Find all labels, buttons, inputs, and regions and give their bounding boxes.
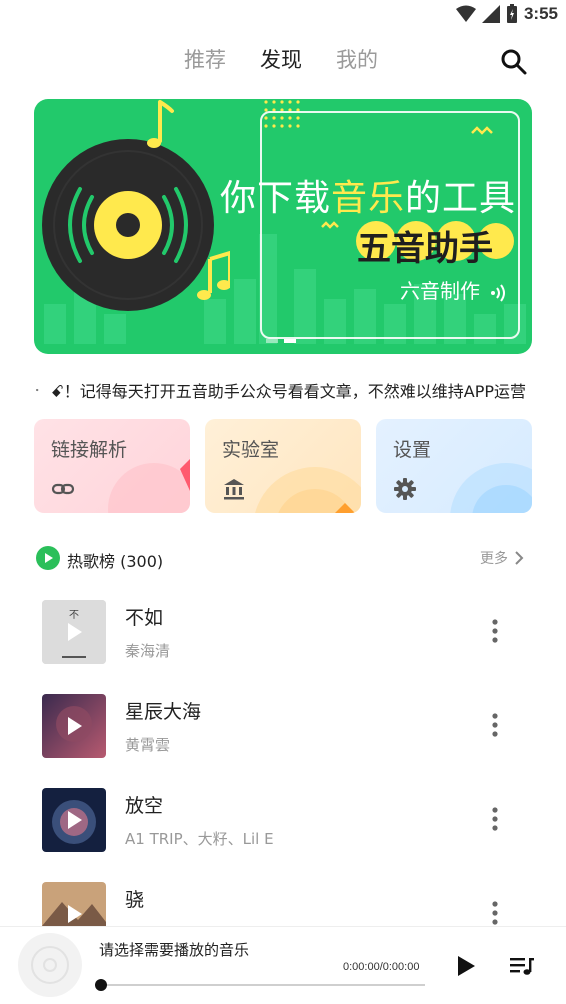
card-link-parse[interactable]: 链接解析 xyxy=(34,419,190,513)
banner-credit: 六音制作 xyxy=(400,275,508,304)
speaker-icon xyxy=(36,388,39,392)
signal-icon xyxy=(481,5,500,23)
feature-cards: 链接解析 实验室 设置 xyxy=(34,419,532,513)
song-artist: 秦海清 xyxy=(125,642,171,660)
status-icons: 3:55 xyxy=(455,4,558,24)
tab-recommend[interactable]: 推荐 xyxy=(184,44,226,74)
song-title: 放空 xyxy=(125,795,164,817)
tab-mine[interactable]: 我的 xyxy=(336,44,378,74)
sound-wave-icon xyxy=(491,283,506,302)
notice-text: ꗃ！记得每天打开五音助手公众号看看文章，不然难以维持APP运营 xyxy=(50,382,526,401)
mini-player: 请选择需要播放的音乐 0:00:00/0:00:00 xyxy=(0,926,566,1004)
album-cover xyxy=(42,694,106,758)
more-vert-icon[interactable] xyxy=(485,616,505,646)
song-title: 骁 xyxy=(125,889,145,911)
pager-dot-active[interactable] xyxy=(284,339,296,343)
tab-bar: 推荐 发现 我的 xyxy=(184,44,378,74)
banner-headline: 你下载音乐的工具 xyxy=(220,178,517,219)
play-icon xyxy=(68,811,82,829)
more-button[interactable]: 更多 xyxy=(480,548,524,568)
player-title: 请选择需要播放的音乐 xyxy=(99,941,250,959)
more-vert-icon[interactable] xyxy=(485,804,505,834)
section-title: 热歌榜 (300) xyxy=(67,552,164,571)
disc-icon xyxy=(31,946,69,984)
song-row[interactable]: 不 不如 秦海清 xyxy=(0,600,566,694)
card-label: 实验室 xyxy=(222,439,280,461)
status-bar: 3:55 xyxy=(0,0,566,30)
card-lab[interactable]: 实验室 xyxy=(205,419,361,513)
banner-pager xyxy=(266,339,296,343)
album-cover xyxy=(42,788,106,852)
promo-banner[interactable]: 你下载音乐的工具 五音助手 六音制作 xyxy=(34,99,532,354)
link-icon xyxy=(51,483,75,495)
search-icon[interactable] xyxy=(500,48,528,76)
playlist-icon[interactable] xyxy=(509,955,535,977)
song-artist: 黄霄雲 xyxy=(125,736,171,754)
card-settings[interactable]: 设置 xyxy=(376,419,532,513)
play-icon[interactable] xyxy=(455,954,477,978)
top-header: 推荐 发现 我的 xyxy=(0,38,566,82)
clock: 3:55 xyxy=(523,4,558,23)
gear-icon xyxy=(394,478,416,500)
vinyl-record-art xyxy=(42,100,230,311)
play-circle-icon[interactable] xyxy=(36,546,60,570)
song-title: 星辰大海 xyxy=(125,701,202,723)
tab-discover[interactable]: 发现 xyxy=(260,44,302,74)
wifi-icon xyxy=(455,5,476,22)
more-vert-icon[interactable] xyxy=(485,710,505,740)
player-time: 0:00:00/0:00:00 xyxy=(343,961,420,973)
notice-bar[interactable]: ꗃ！记得每天打开五音助手公众号看看文章，不然难以维持APP运营 xyxy=(36,378,526,402)
album-cover: 不 xyxy=(42,600,106,664)
song-title: 不如 xyxy=(125,607,164,629)
battery-icon xyxy=(506,4,517,23)
song-artist: A1 TRIP、大籽、Lil E xyxy=(125,830,274,848)
banner-app-name: 五音助手 xyxy=(357,229,493,269)
song-row[interactable]: 放空 A1 TRIP、大籽、Lil E xyxy=(0,788,566,882)
chevron-right-icon xyxy=(515,551,524,565)
more-vert-icon[interactable] xyxy=(485,898,505,928)
pager-dot[interactable] xyxy=(266,339,278,343)
player-disc[interactable] xyxy=(18,933,82,997)
play-icon xyxy=(68,905,82,923)
svg-text:不: 不 xyxy=(69,610,79,621)
play-icon xyxy=(68,717,82,735)
progress-track[interactable] xyxy=(101,984,425,986)
play-icon xyxy=(68,623,82,641)
progress-thumb[interactable] xyxy=(95,979,107,991)
hot-songs-header: 热歌榜 (300) 更多 xyxy=(36,544,530,572)
more-label: 更多 xyxy=(480,551,508,567)
bank-icon xyxy=(224,479,244,500)
card-label: 链接解析 xyxy=(51,439,128,461)
song-row[interactable]: 星辰大海 黄霄雲 xyxy=(0,694,566,788)
card-label: 设置 xyxy=(393,439,432,461)
